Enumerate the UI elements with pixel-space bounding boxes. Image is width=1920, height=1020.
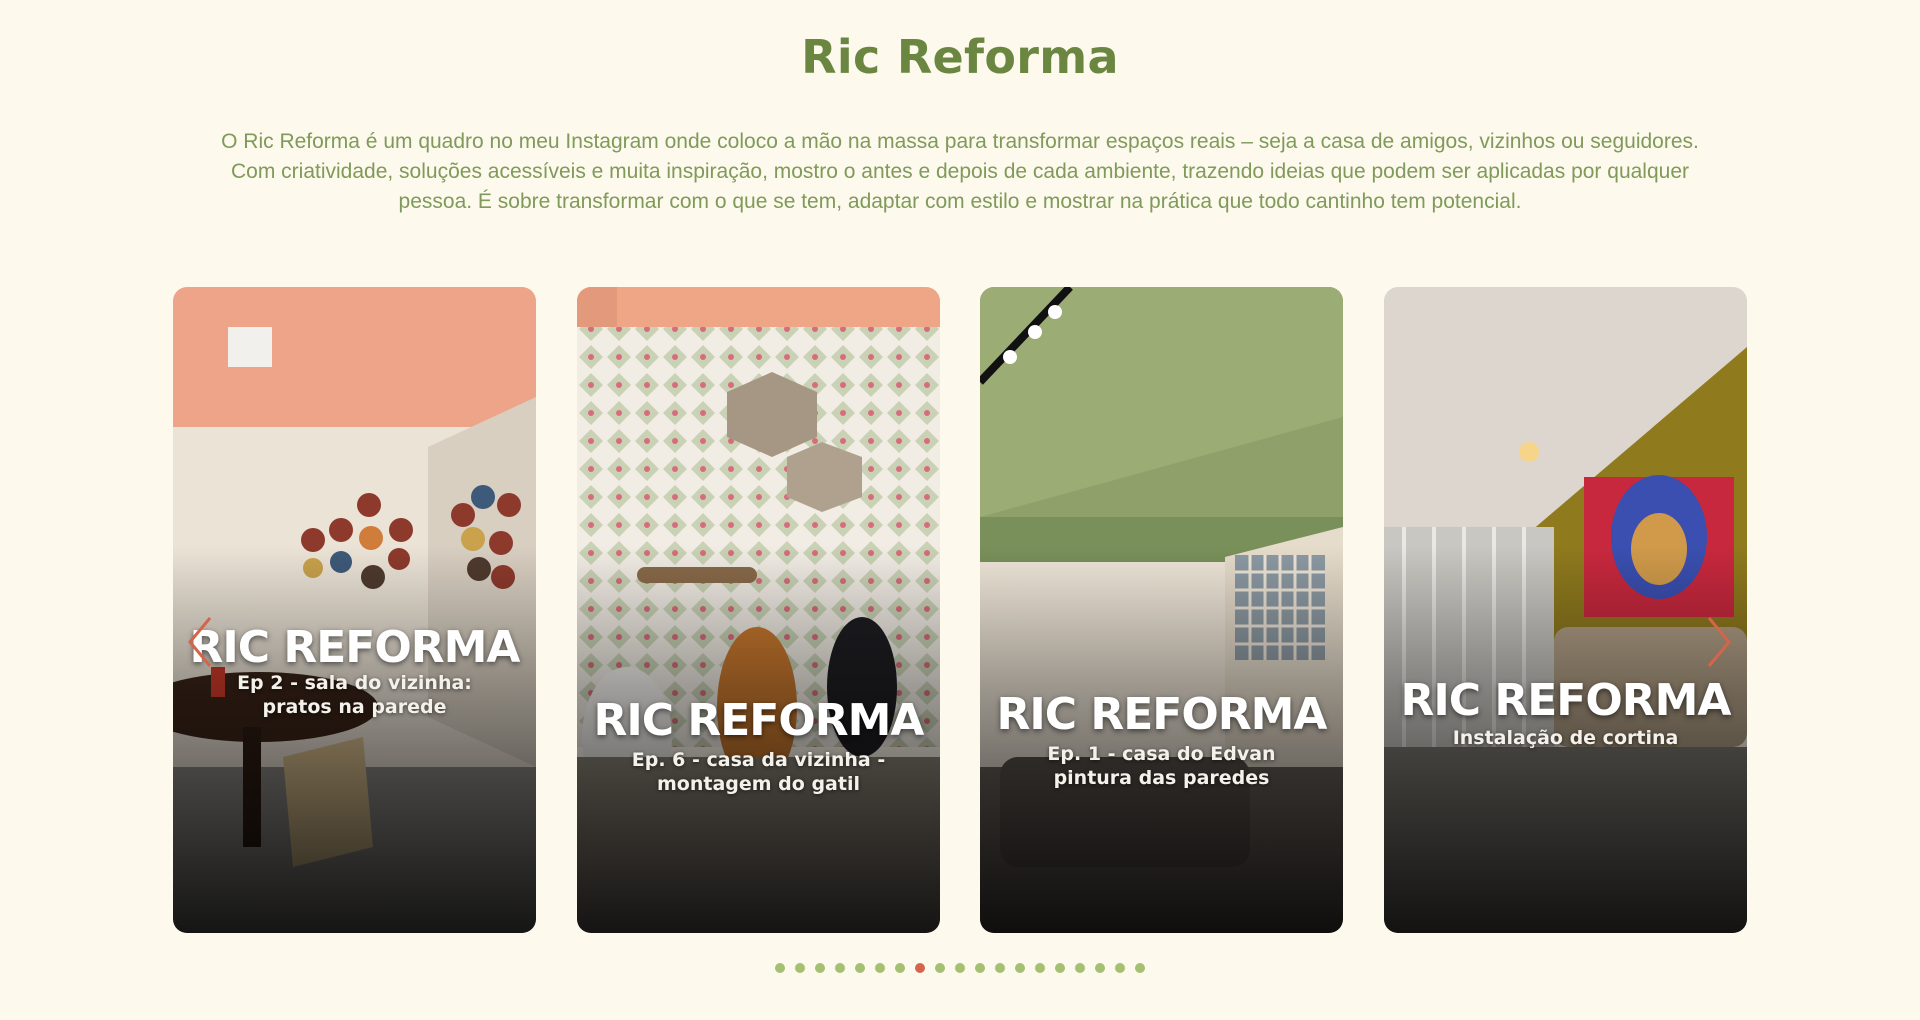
card-heading: RIC REFORMA	[593, 695, 925, 746]
carousel-prev-button[interactable]	[182, 612, 218, 672]
pagination-dot[interactable]	[995, 963, 1005, 973]
video-card-cortina[interactable]: RIC REFORMA Instalação de cortina	[1384, 287, 1747, 933]
video-card-ep6[interactable]: RIC REFORMA Ep. 6 - casa da vizinha - mo…	[577, 287, 940, 933]
pagination-dot[interactable]	[935, 963, 945, 973]
pagination-dot[interactable]	[1015, 963, 1025, 973]
chevron-right-icon	[1707, 617, 1731, 667]
card-subtitle: Instalação de cortina	[1452, 727, 1679, 749]
pagination-dot[interactable]	[835, 963, 845, 973]
card-heading: RIC REFORMA	[996, 689, 1328, 740]
video-carousel: RIC REFORMA Ep 2 - sala do vizinha: prat…	[0, 287, 1920, 935]
card-subtitle: Ep. 1 - casa do Edvan pintura das parede…	[1047, 743, 1276, 789]
pagination-dot[interactable]	[955, 963, 965, 973]
pagination-dot[interactable]	[975, 963, 985, 973]
pagination-dot[interactable]	[875, 963, 885, 973]
card-heading: RIC REFORMA	[189, 622, 521, 673]
video-card-ep1[interactable]: RIC REFORMA Ep. 1 - casa do Edvan pintur…	[980, 287, 1343, 933]
carousel-next-button[interactable]	[1701, 612, 1737, 672]
card-heading: RIC REFORMA	[1400, 675, 1732, 726]
pagination-dot-active[interactable]	[915, 963, 925, 973]
video-card-ep2[interactable]: RIC REFORMA Ep 2 - sala do vizinha: prat…	[173, 287, 536, 933]
pagination-dot[interactable]	[815, 963, 825, 973]
pagination-dot[interactable]	[1115, 963, 1125, 973]
pagination-dot[interactable]	[1075, 963, 1085, 973]
pagination-dot[interactable]	[775, 963, 785, 973]
section-title: Ric Reforma	[801, 30, 1119, 84]
pagination-dot[interactable]	[855, 963, 865, 973]
section-description: O Ric Reforma é um quadro no meu Instagr…	[221, 130, 1699, 213]
carousel-pagination	[0, 963, 1920, 973]
card-subtitle: Ep. 6 - casa da vizinha - montagem do ga…	[631, 749, 886, 795]
chevron-left-icon	[188, 617, 212, 667]
pagination-dot[interactable]	[1135, 963, 1145, 973]
pagination-dot[interactable]	[1055, 963, 1065, 973]
card-subtitle: Ep 2 - sala do vizinha: pratos na parede	[237, 672, 472, 718]
pagination-dot[interactable]	[1095, 963, 1105, 973]
pagination-dot[interactable]	[795, 963, 805, 973]
pagination-dot[interactable]	[895, 963, 905, 973]
pagination-dot[interactable]	[1035, 963, 1045, 973]
